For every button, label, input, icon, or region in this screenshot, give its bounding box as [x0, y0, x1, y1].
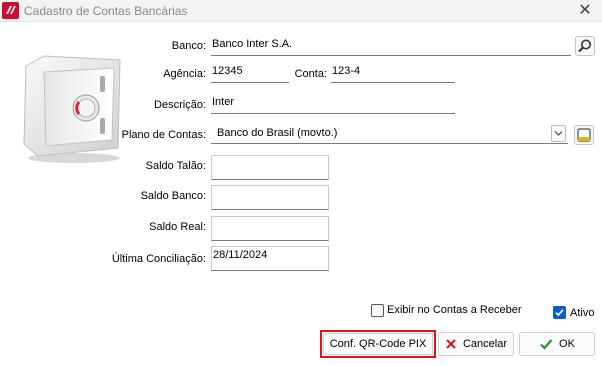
plano-select-value: Banco do Brasil (movto.): [217, 127, 338, 139]
check-icon: [540, 339, 553, 350]
ok-button-label: OK: [559, 338, 575, 351]
dialog-body: Banco: Banco Inter S.A. Agência: 12345 C…: [0, 22, 602, 366]
x-icon: [446, 339, 456, 349]
close-button[interactable]: ✕: [576, 2, 594, 20]
qr-pix-button[interactable]: Conf. QR-Code PIX: [323, 333, 433, 355]
banco-label: Banco:: [171, 40, 206, 52]
search-bank-button[interactable]: [575, 36, 595, 56]
saldo-banco-label: Saldo Banco:: [140, 190, 206, 202]
ativo-label: Ativo: [570, 307, 595, 319]
dropdown-arrow[interactable]: [551, 125, 566, 142]
saldo-talao-label: Saldo Talão:: [145, 160, 206, 172]
agencia-field[interactable]: 12345: [211, 63, 289, 83]
banco-field[interactable]: Banco Inter S.A.: [211, 36, 571, 56]
window-title: Cadastro de Contas Bancárias: [24, 4, 188, 18]
saldo-real-label: Saldo Real:: [149, 221, 206, 233]
conta-field[interactable]: 123-4: [331, 63, 455, 83]
safe-icon: [23, 55, 121, 163]
qr-pix-button-label: Conf. QR-Code PIX: [329, 338, 427, 351]
agencia-label: Agência:: [163, 68, 206, 80]
search-icon: [578, 39, 591, 53]
saldo-real-field[interactable]: [211, 216, 329, 241]
ultima-conciliacao-field[interactable]: 28/11/2024: [211, 246, 329, 271]
descricao-field[interactable]: Inter: [211, 94, 455, 114]
app-logo-icon: [2, 2, 19, 19]
ok-button[interactable]: OK: [519, 332, 595, 356]
cancel-button-label: Cancelar: [462, 338, 508, 351]
ultima-conciliacao-label: Última Conciliação:: [111, 253, 206, 265]
chevron-down-icon: [554, 131, 563, 136]
saldo-talao-field[interactable]: [211, 155, 329, 180]
ativo-checkbox[interactable]: [553, 306, 566, 319]
cancel-button[interactable]: Cancelar: [438, 332, 514, 356]
conta-label: Conta:: [294, 68, 327, 80]
note-icon: [577, 128, 591, 142]
plano-select[interactable]: Banco do Brasil (movto.): [211, 124, 568, 144]
title-bar: Cadastro de Contas Bancárias ✕: [0, 0, 602, 22]
plano-label: Plano de Contas:: [121, 129, 206, 141]
checkmark-icon: [555, 309, 564, 317]
exibir-contas-receber-checkbox[interactable]: [371, 304, 384, 317]
exibir-contas-receber-label: Exibir no Contas a Receber: [387, 304, 522, 316]
plano-notes-button[interactable]: [574, 125, 594, 145]
saldo-banco-field[interactable]: [211, 185, 329, 210]
descricao-label: Descrição:: [154, 99, 206, 111]
